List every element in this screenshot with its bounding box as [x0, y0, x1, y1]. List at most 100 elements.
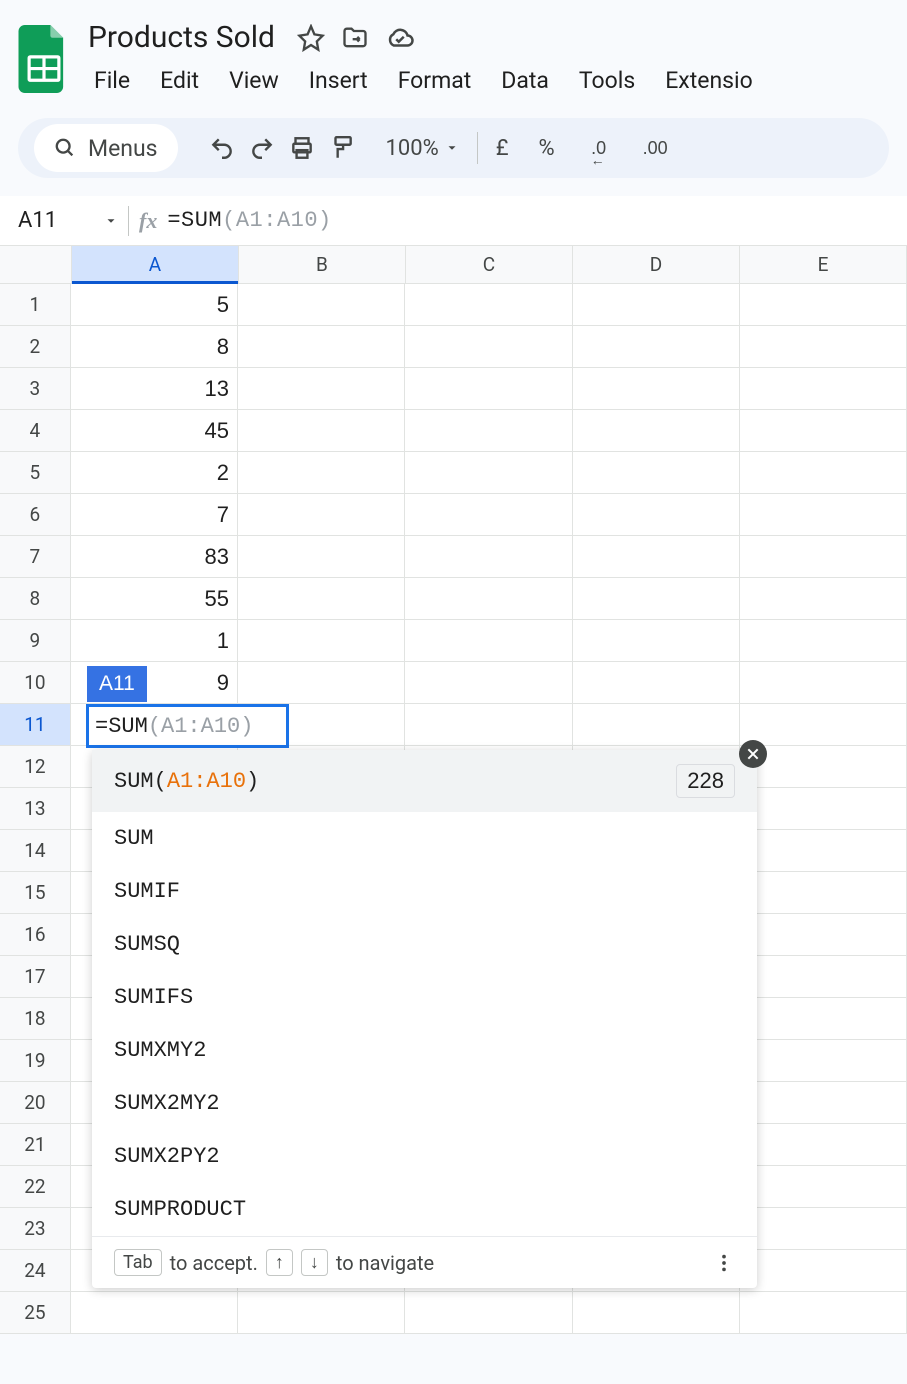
- cell-B3[interactable]: [238, 368, 405, 410]
- menu-extensio[interactable]: Extensio: [653, 61, 765, 100]
- cell-D3[interactable]: [573, 368, 740, 410]
- suggestion-item[interactable]: SUMXMY2: [92, 1024, 757, 1077]
- row-header-6[interactable]: 6: [0, 494, 71, 536]
- cloud-status-icon[interactable]: [385, 23, 415, 53]
- cell-E2[interactable]: [740, 326, 907, 368]
- cell-C8[interactable]: [405, 578, 572, 620]
- cell-B4[interactable]: [238, 410, 405, 452]
- column-header-A[interactable]: A: [72, 246, 239, 284]
- cell-D2[interactable]: [573, 326, 740, 368]
- currency-button[interactable]: £: [496, 136, 509, 161]
- cell-D11[interactable]: [573, 704, 740, 746]
- cell-C9[interactable]: [405, 620, 572, 662]
- cell-E8[interactable]: [740, 578, 907, 620]
- cell-E18[interactable]: [740, 998, 907, 1040]
- zoom-dropdown[interactable]: 100%: [386, 136, 459, 161]
- cell-E1[interactable]: [740, 284, 907, 326]
- suggestion-item[interactable]: SUMIFS: [92, 971, 757, 1024]
- cell-B7[interactable]: [238, 536, 405, 578]
- cell-B6[interactable]: [238, 494, 405, 536]
- suggestion-item[interactable]: SUMPRODUCT: [92, 1183, 757, 1236]
- cell-B25[interactable]: [238, 1292, 405, 1334]
- cell-C3[interactable]: [405, 368, 572, 410]
- percent-button[interactable]: %: [539, 136, 555, 161]
- cell-E11[interactable]: [740, 704, 907, 746]
- cell-E22[interactable]: [740, 1166, 907, 1208]
- sheets-app-icon[interactable]: [18, 25, 70, 93]
- cell-D10[interactable]: [573, 662, 740, 704]
- row-header-22[interactable]: 22: [0, 1166, 71, 1208]
- cell-A6[interactable]: 7: [71, 494, 238, 536]
- cell-E3[interactable]: [740, 368, 907, 410]
- cell-A25[interactable]: [71, 1292, 238, 1334]
- cell-D7[interactable]: [573, 536, 740, 578]
- column-header-D[interactable]: D: [573, 246, 740, 284]
- name-box[interactable]: A11: [18, 208, 118, 233]
- row-header-25[interactable]: 25: [0, 1292, 71, 1334]
- cell-C7[interactable]: [405, 536, 572, 578]
- cell-B1[interactable]: [238, 284, 405, 326]
- cell-E20[interactable]: [740, 1082, 907, 1124]
- cell-C11[interactable]: [405, 704, 572, 746]
- increase-decimal-button[interactable]: .00: [643, 138, 668, 159]
- cell-D9[interactable]: [573, 620, 740, 662]
- row-header-10[interactable]: 10: [0, 662, 71, 704]
- cell-E5[interactable]: [740, 452, 907, 494]
- suggestion-item[interactable]: SUM: [92, 812, 757, 865]
- cell-D1[interactable]: [573, 284, 740, 326]
- row-header-17[interactable]: 17: [0, 956, 71, 998]
- cell-A7[interactable]: 83: [71, 536, 238, 578]
- row-header-21[interactable]: 21: [0, 1124, 71, 1166]
- row-header-9[interactable]: 9: [0, 620, 71, 662]
- menu-edit[interactable]: Edit: [148, 61, 211, 100]
- print-button[interactable]: [288, 134, 316, 162]
- menu-view[interactable]: View: [217, 61, 291, 100]
- cell-E4[interactable]: [740, 410, 907, 452]
- row-header-16[interactable]: 16: [0, 914, 71, 956]
- row-header-15[interactable]: 15: [0, 872, 71, 914]
- cell-E17[interactable]: [740, 956, 907, 998]
- suggestion-item[interactable]: SUMX2MY2: [92, 1077, 757, 1130]
- star-icon[interactable]: [297, 24, 325, 52]
- decrease-decimal-button[interactable]: .0←: [585, 134, 613, 162]
- cell-E6[interactable]: [740, 494, 907, 536]
- more-icon[interactable]: [713, 1252, 735, 1274]
- cell-C5[interactable]: [405, 452, 572, 494]
- column-header-B[interactable]: B: [239, 246, 406, 284]
- menu-tools[interactable]: Tools: [567, 61, 647, 100]
- menu-search[interactable]: Menus: [34, 124, 178, 172]
- cell-E10[interactable]: [740, 662, 907, 704]
- cell-E25[interactable]: [740, 1292, 907, 1334]
- cell-C25[interactable]: [405, 1292, 572, 1334]
- cell-A3[interactable]: 13: [71, 368, 238, 410]
- row-header-7[interactable]: 7: [0, 536, 71, 578]
- row-header-18[interactable]: 18: [0, 998, 71, 1040]
- column-header-E[interactable]: E: [740, 246, 907, 284]
- row-header-19[interactable]: 19: [0, 1040, 71, 1082]
- suggestion-item[interactable]: SUMSQ: [92, 918, 757, 971]
- cell-C10[interactable]: [405, 662, 572, 704]
- row-header-8[interactable]: 8: [0, 578, 71, 620]
- row-header-11[interactable]: 11: [0, 704, 71, 746]
- row-header-1[interactable]: 1: [0, 284, 71, 326]
- cell-B5[interactable]: [238, 452, 405, 494]
- cell-C6[interactable]: [405, 494, 572, 536]
- suggestion-item[interactable]: SUM(A1:A10) 228: [92, 750, 757, 812]
- cell-E9[interactable]: [740, 620, 907, 662]
- suggestion-item[interactable]: SUMX2PY2: [92, 1130, 757, 1183]
- cell-B2[interactable]: [238, 326, 405, 368]
- column-header-C[interactable]: C: [406, 246, 573, 284]
- menu-insert[interactable]: Insert: [297, 61, 380, 100]
- cell-E23[interactable]: [740, 1208, 907, 1250]
- cell-E19[interactable]: [740, 1040, 907, 1082]
- cell-E7[interactable]: [740, 536, 907, 578]
- cell-A4[interactable]: 45: [71, 410, 238, 452]
- cell-E16[interactable]: [740, 914, 907, 956]
- formula-input[interactable]: =SUM(A1:A10): [167, 208, 331, 233]
- paint-format-button[interactable]: [328, 134, 356, 162]
- cell-A9[interactable]: 1: [71, 620, 238, 662]
- document-title[interactable]: Products Sold: [82, 18, 281, 57]
- row-header-5[interactable]: 5: [0, 452, 71, 494]
- row-header-24[interactable]: 24: [0, 1250, 71, 1292]
- close-suggestions-button[interactable]: [739, 740, 767, 768]
